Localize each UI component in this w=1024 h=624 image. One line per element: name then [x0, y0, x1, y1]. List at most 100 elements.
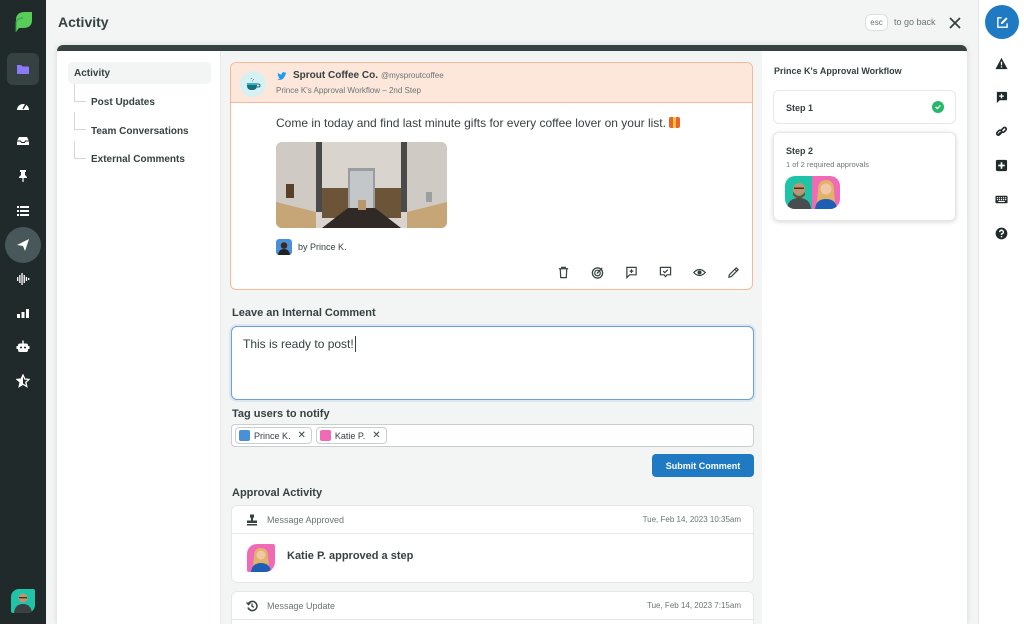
close-icon[interactable]: [947, 15, 963, 31]
alerts-button[interactable]: [994, 56, 1008, 70]
text-caret: [355, 336, 356, 352]
activity-modal: Activity Post Updates Team Conversations…: [57, 45, 967, 624]
edit-button[interactable]: [726, 265, 740, 279]
nav-feeds[interactable]: [7, 195, 39, 227]
workflow-panel: Prince K's Approval Workflow Step 1 Step…: [762, 51, 967, 624]
sprout-logo-icon[interactable]: [13, 10, 33, 34]
preview-button[interactable]: [692, 265, 706, 279]
internal-comment-input[interactable]: [231, 326, 754, 400]
inbox-icon: [17, 137, 29, 145]
user-avatar-photo: [14, 593, 32, 613]
step-approval-count: 1 of 2 required approvals: [786, 160, 869, 169]
delete-icon: [558, 266, 568, 278]
activity-text: Katie P. approved a step: [287, 550, 414, 562]
left-nav: [0, 0, 46, 624]
brand-avatar: [240, 71, 266, 97]
remove-tag-icon[interactable]: ✕: [372, 430, 380, 441]
check-circle-icon: [932, 101, 944, 113]
link-icon: [995, 126, 1007, 136]
chip-avatar: [319, 430, 331, 441]
send-icon: [17, 239, 29, 251]
nav-publishing[interactable]: [5, 227, 41, 263]
brand-name-text: Sprout Coffee Co.: [293, 70, 378, 81]
compose-icon: [996, 16, 1008, 28]
menu-item-activity[interactable]: Activity: [68, 62, 211, 84]
add-comment-icon: [996, 91, 1007, 103]
activity-entry-header: Message Approved Tue, Feb 14, 2023 10:35…: [232, 506, 753, 534]
preview-icon: [692, 268, 706, 276]
activity-type: Message Approved: [267, 515, 345, 525]
author-photo: [278, 242, 290, 255]
help-button[interactable]: [994, 226, 1008, 240]
menu-item-external-comments[interactable]: External Comments: [91, 154, 185, 165]
nav-reports[interactable]: [7, 297, 39, 329]
post-author: by Prince K.: [298, 242, 347, 252]
help-icon: [995, 227, 1007, 239]
post-image[interactable]: [276, 142, 447, 228]
coffee-cup-icon: [247, 78, 261, 90]
page-title: Activity: [58, 14, 109, 30]
nav-publishing-folder[interactable]: [7, 53, 39, 85]
approve-button[interactable]: [658, 265, 672, 279]
menu-item-team-conversations[interactable]: Team Conversations: [91, 126, 189, 137]
nav-dashboard[interactable]: [7, 90, 39, 122]
folder-icon: [17, 65, 29, 74]
workflow-step-1[interactable]: Step 1: [773, 90, 956, 124]
add-button[interactable]: [994, 158, 1008, 172]
post-preview-card: Sprout Coffee Co. @mysproutcoffee Prince …: [230, 62, 753, 290]
user-avatar[interactable]: [11, 589, 35, 613]
activity-center: Sprout Coffee Co. @mysproutcoffee Prince …: [221, 51, 762, 624]
nav-inbox[interactable]: [7, 125, 39, 157]
step-title: Step 1: [786, 103, 814, 113]
go-back-hint: to go back: [894, 17, 936, 27]
pin-icon: [19, 170, 27, 182]
target-button[interactable]: [590, 265, 604, 279]
post-text-content: Come in today and find last minute gifts…: [276, 116, 666, 130]
activity-entry: Message Update Tue, Feb 14, 2023 7:15am: [231, 591, 754, 624]
gift-emoji-icon: [668, 117, 680, 128]
approver-avatar-katie: [812, 176, 840, 209]
keyboard-icon: [994, 195, 1008, 203]
history-icon: [246, 600, 258, 612]
target-icon: [591, 266, 603, 279]
activity-timestamp: Tue, Feb 14, 2023 10:35am: [642, 515, 741, 524]
tag-chip-katie: Katie P. ✕: [315, 427, 387, 444]
nav-listening[interactable]: [7, 263, 39, 295]
dashboard-icon: [17, 103, 29, 110]
twitter-icon: [277, 72, 287, 80]
tag-chip-label: Katie P.: [334, 430, 366, 441]
nav-automation[interactable]: [7, 331, 39, 363]
bot-icon: [16, 340, 30, 352]
keyboard-shortcuts-button[interactable]: [994, 192, 1008, 206]
activity-entry: Message Approved Tue, Feb 14, 2023 10:35…: [231, 505, 754, 583]
tree-connector: [74, 84, 86, 102]
tag-users-input[interactable]: Prince K. ✕ Katie P. ✕: [231, 424, 754, 447]
remove-tag-icon[interactable]: ✕: [298, 430, 306, 441]
approver-avatar-prince: [785, 176, 813, 209]
katie-photo: [251, 548, 271, 572]
author-avatar: [276, 239, 292, 255]
link-button[interactable]: [994, 124, 1008, 138]
workflow-step-2[interactable]: Step 2 1 of 2 required approvals: [773, 132, 956, 221]
post-text: Come in today and find last minute gifts…: [276, 116, 680, 130]
reviews-icon: [16, 374, 30, 388]
step-title: Step 2: [786, 146, 814, 156]
brand-handle: @mysproutcoffee: [381, 71, 444, 80]
tree-connector: [74, 112, 86, 130]
prince-photo: [787, 183, 811, 209]
menu-item-post-updates[interactable]: Post Updates: [91, 97, 155, 108]
compose-button[interactable]: [985, 5, 1019, 39]
nav-reviews[interactable]: [7, 365, 39, 397]
add-icon: [995, 159, 1007, 171]
add-note-button[interactable]: [624, 265, 638, 279]
internal-comment-label: Leave an Internal Comment: [232, 307, 376, 319]
right-rail: [978, 0, 1024, 624]
activity-side-menu: Activity Post Updates Team Conversations…: [57, 51, 221, 624]
esc-key-hint: esc: [865, 14, 888, 31]
nav-tasks[interactable]: [7, 160, 39, 192]
add-note-button[interactable]: [994, 90, 1008, 104]
workflow-title: Prince K's Approval Workflow: [774, 66, 902, 76]
tag-chip-prince: Prince K. ✕: [235, 427, 312, 444]
submit-comment-button[interactable]: Submit Comment: [652, 454, 754, 477]
delete-button[interactable]: [556, 265, 570, 279]
